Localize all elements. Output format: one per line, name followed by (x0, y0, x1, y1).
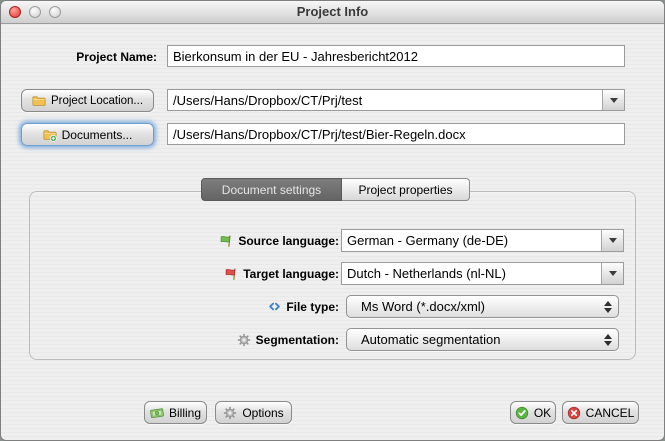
code-brackets-icon (268, 300, 281, 313)
documents-button-label: Documents... (62, 128, 133, 142)
file-type-value: Ms Word (*.docx/xml) (347, 299, 598, 314)
folder-add-icon (43, 128, 57, 142)
chevron-down-icon (610, 98, 618, 103)
target-language-combobox[interactable]: Dutch - Netherlands (nl-NL) (341, 262, 624, 285)
x-circle-icon (567, 406, 581, 420)
check-circle-icon (515, 406, 529, 420)
minimize-button[interactable] (29, 6, 41, 18)
tab-project-properties[interactable]: Project properties (342, 178, 470, 201)
source-language-label-row: Source language: (139, 229, 339, 252)
target-language-label: Target language: (243, 267, 339, 281)
source-language-value: German - Germany (de-DE) (342, 230, 601, 251)
target-language-value: Dutch - Netherlands (nl-NL) (342, 263, 601, 284)
target-language-label-row: Target language: (139, 262, 339, 285)
segmentation-popup[interactable]: Automatic segmentation (346, 328, 619, 351)
tab-document-settings[interactable]: Document settings (201, 178, 342, 201)
chevron-down-icon (609, 271, 617, 276)
segmentation-label: Segmentation: (256, 333, 339, 347)
file-type-popup[interactable]: Ms Word (*.docx/xml) (346, 295, 619, 318)
cancel-button-label: CANCEL (586, 406, 635, 420)
ok-button[interactable]: OK (510, 401, 556, 424)
file-type-label-row: File type: (139, 295, 339, 318)
file-type-label: File type: (286, 300, 339, 314)
options-button-label: Options (242, 406, 283, 420)
source-language-dropdown-button[interactable] (601, 230, 623, 251)
gear-icon (223, 406, 237, 420)
gear-icon (237, 333, 251, 347)
project-name-input[interactable] (167, 45, 625, 67)
red-flag-icon (224, 267, 238, 281)
money-icon (150, 406, 164, 420)
ok-button-label: OK (534, 406, 551, 420)
project-info-dialog: Project Info Project Name: Project Locat… (0, 0, 665, 441)
close-button[interactable] (9, 6, 21, 18)
folder-icon (32, 94, 46, 108)
billing-button[interactable]: Billing (144, 401, 207, 424)
project-name-label: Project Name: (1, 50, 157, 64)
documents-input[interactable] (167, 123, 625, 145)
project-location-button-label: Project Location... (51, 95, 143, 107)
billing-button-label: Billing (169, 406, 201, 420)
window-title: Project Info (1, 1, 664, 23)
target-language-dropdown-button[interactable] (601, 263, 623, 284)
project-location-button[interactable]: Project Location... (21, 89, 154, 112)
chevron-down-icon (609, 238, 617, 243)
zoom-button[interactable] (49, 6, 61, 18)
segmentation-value: Automatic segmentation (347, 332, 598, 347)
options-button[interactable]: Options (215, 401, 292, 424)
project-location-combobox[interactable]: /Users/Hans/Dropbox/CT/Prj/test (167, 89, 625, 111)
tab-bar: Document settings Project properties (201, 178, 470, 201)
titlebar: Project Info (1, 1, 664, 24)
segmentation-label-row: Segmentation: (139, 328, 339, 351)
up-down-arrows-icon (598, 301, 618, 313)
up-down-arrows-icon (598, 334, 618, 346)
cancel-button[interactable]: CANCEL (562, 401, 639, 424)
source-language-combobox[interactable]: German - Germany (de-DE) (341, 229, 624, 252)
source-language-label: Source language: (238, 234, 339, 248)
project-location-value: /Users/Hans/Dropbox/CT/Prj/test (168, 90, 602, 110)
documents-button[interactable]: Documents... (21, 123, 154, 146)
location-dropdown-button[interactable] (602, 90, 624, 110)
green-flag-icon (219, 234, 233, 248)
